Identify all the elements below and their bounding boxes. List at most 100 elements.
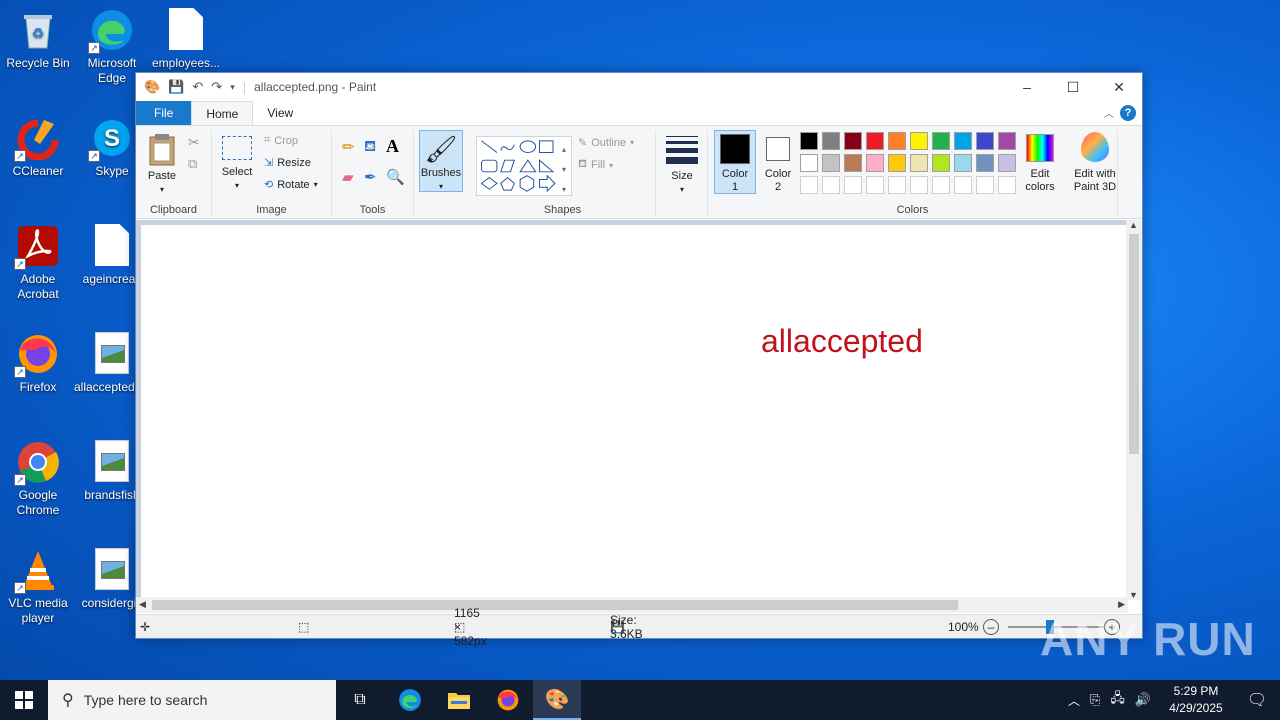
resize-button[interactable]: ⇲ Resize [264,156,311,170]
scroll-up-icon[interactable]: ▲ [1129,220,1138,230]
tab-home[interactable]: Home [191,101,254,125]
palette-swatch[interactable] [888,176,906,194]
scroll-left-icon[interactable]: ◀ [139,599,146,610]
palette-swatch[interactable] [888,154,906,172]
palette-swatch[interactable] [976,176,994,194]
palette-swatch[interactable] [910,132,928,150]
fill-icon[interactable]: ⛾ [364,138,376,157]
palette-swatch[interactable] [932,176,950,194]
device-icon[interactable]: ⎘ [1090,692,1100,708]
vertical-scrollbar[interactable]: ▲ ▼ [1126,220,1142,600]
paste-button[interactable]: Paste ▾ [144,132,180,196]
palette-swatch[interactable] [954,132,972,150]
palette-swatch[interactable] [866,154,884,172]
brushes-button[interactable]: 🖌 Brushes ▾ [419,130,463,192]
desktop-icon-vlc[interactable]: ↗ VLC media player [0,548,76,626]
task-view-button[interactable]: ⧉ [336,680,384,720]
fill-button[interactable]: ⛾ Fill ▾ [578,158,613,172]
eraser-icon[interactable]: ▰ [342,168,354,186]
volume-icon[interactable]: 🔊 [1135,692,1151,708]
redo-icon[interactable]: ↷ [211,79,222,95]
copy-icon[interactable]: ⧉ [188,156,197,172]
network-icon[interactable]: 🖧 [1110,689,1125,711]
palette-swatch[interactable] [976,132,994,150]
select-button[interactable]: Select ▾ [220,134,254,192]
palette-swatch[interactable] [800,132,818,150]
palette-swatch[interactable] [866,132,884,150]
size-button[interactable]: Size ▾ [664,134,700,196]
palette-swatch[interactable] [932,154,950,172]
outline-button[interactable]: ✎ Outline ▾ [578,136,634,150]
edit-colors-button[interactable]: Edit colors [1020,132,1060,194]
start-button[interactable] [0,680,48,720]
zoom-out-icon[interactable]: – [983,618,999,635]
rotate-button[interactable]: ⟲ Rotate ▾ [264,178,318,192]
tab-view[interactable]: View [253,101,307,125]
palette-swatch[interactable] [888,132,906,150]
horizontal-scrollbar[interactable]: ◀ ▶ [136,597,1128,613]
text-icon[interactable]: A [386,136,399,157]
palette-swatch[interactable] [910,154,928,172]
taskbar-firefox[interactable] [484,680,532,720]
save-icon[interactable]: 💾 [168,79,184,95]
undo-icon[interactable]: ↶ [192,79,203,95]
scroll-down-icon[interactable]: ▼ [1129,590,1138,600]
help-icon[interactable]: ? [1120,105,1136,121]
magnifier-icon[interactable]: 🔍 [386,168,405,186]
taskbar-paint[interactable]: 🎨 [533,680,581,720]
taskbar-file-explorer[interactable] [435,680,483,720]
palette-swatch[interactable] [998,176,1016,194]
palette-swatch[interactable] [822,154,840,172]
canvas[interactable]: allaccepted [141,225,1128,600]
crop-button[interactable]: ⌗ Crop [264,134,298,147]
size-lines-icon [666,136,698,164]
desktop-icon-acrobat[interactable]: ↗ Adobe Acrobat [0,224,76,302]
color2-button[interactable]: Color 2 [760,130,796,194]
clock-date: 4/29/2025 [1169,701,1223,715]
color1-button[interactable]: Color 1 [714,130,756,194]
palette-swatch[interactable] [844,132,862,150]
desktop-icon-chrome[interactable]: ↗ Google Chrome [0,440,76,518]
shapes-scroll-icon[interactable]: ▴ ▾ ▾ [562,140,566,200]
desktop-icon-ccleaner[interactable]: ↗ CCleaner [0,116,76,179]
taskbar-edge[interactable] [386,680,434,720]
desktop-icon-firefox[interactable]: ↗ Firefox [0,332,76,395]
cut-icon[interactable]: ✂ [188,134,200,151]
palette-swatch[interactable] [800,176,818,194]
notification-button[interactable]: 🗨 [1234,680,1280,720]
palette-swatch[interactable] [954,154,972,172]
desktop-icon-recycle-bin[interactable]: ♻ Recycle Bin [0,8,76,71]
clock[interactable]: 5:29 PM 4/29/2025 [1158,683,1234,717]
palette-swatch[interactable] [954,176,972,194]
palette-swatch[interactable] [844,154,862,172]
paint-app-icon[interactable]: 🎨 [144,79,160,95]
scroll-right-icon[interactable]: ▶ [1118,599,1125,610]
pencil-icon[interactable]: ✏ [342,138,355,156]
color-picker-icon[interactable]: ✒ [364,168,377,186]
show-hidden-icons[interactable]: ︿ [1068,692,1080,709]
horizontal-scroll-thumb[interactable] [152,600,958,610]
palette-swatch[interactable] [844,176,862,194]
palette-swatch[interactable] [822,132,840,150]
palette-swatch[interactable] [932,132,950,150]
palette-swatch[interactable] [998,132,1016,150]
desktop-icon-employees[interactable]: employees... [148,8,224,71]
vertical-scroll-thumb[interactable] [1129,234,1139,454]
palette-swatch[interactable] [800,154,818,172]
palette-swatch[interactable] [998,154,1016,172]
customize-quick-access-icon[interactable]: ▾ [230,82,235,93]
palette-swatch[interactable] [866,176,884,194]
collapse-ribbon-icon[interactable]: ︿ [1104,105,1114,120]
minimize-button[interactable]: – [1004,73,1050,101]
palette-swatch[interactable] [822,176,840,194]
tab-file[interactable]: File [136,101,192,125]
canvas-area[interactable]: allaccepted [136,220,1128,600]
close-button[interactable]: ✕ [1096,73,1142,101]
palette-swatch[interactable] [910,176,928,194]
firefox-icon [497,689,519,711]
shapes-gallery[interactable] [476,136,572,196]
taskbar-search-box[interactable]: ⚲ Type here to search [48,680,336,720]
maximize-button[interactable]: ☐ [1050,73,1096,101]
palette-swatch[interactable] [976,154,994,172]
edit-with-paint3d-button[interactable]: Edit with Paint 3D [1070,132,1120,194]
